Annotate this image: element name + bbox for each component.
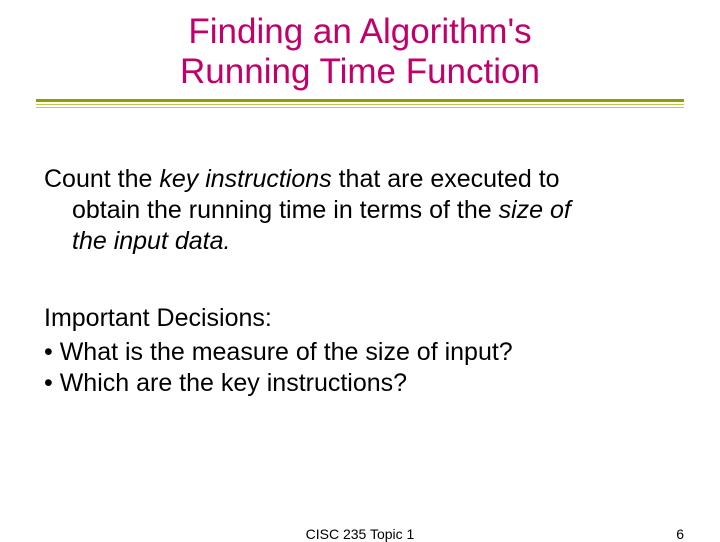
p1-mid: that are executed to [332, 165, 560, 193]
p1-line3: the input data. [44, 226, 676, 257]
decisions-block: Important Decisions: • What is the measu… [44, 303, 676, 399]
rule-thin-2 [36, 107, 684, 108]
p1-line2: obtain the running time in terms of the … [44, 195, 676, 226]
p1-sizeof: size of [499, 196, 571, 224]
title-underline [36, 99, 684, 108]
bullet-1: • What is the measure of the size of inp… [44, 337, 676, 368]
slide: Finding an Algorithm's Running Time Func… [0, 0, 720, 540]
title-line-1: Finding an Algorithm's [188, 12, 531, 51]
p1-key-instructions: key instructions [159, 165, 331, 193]
title-line-2: Running Time Function [180, 52, 540, 91]
paragraph-1: Count the key instructions that are exec… [44, 164, 676, 258]
slide-body: Count the key instructions that are exec… [36, 164, 684, 400]
rule-thick [36, 99, 684, 102]
bullet-list: • What is the measure of the size of inp… [44, 337, 676, 400]
p1-line2a: obtain the running time in terms of the [72, 196, 499, 224]
bullet-2: • Which are the key instructions? [44, 368, 676, 399]
p1-lead: Count the [44, 165, 159, 193]
decisions-label: Important Decisions: [44, 303, 676, 334]
rule-thin-1 [36, 104, 684, 105]
slide-title: Finding an Algorithm's Running Time Func… [80, 12, 640, 93]
